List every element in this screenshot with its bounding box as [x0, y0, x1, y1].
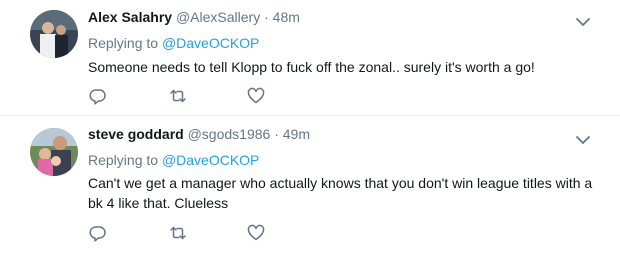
tweet-text: Can't we get a manager who actually know… — [88, 175, 593, 211]
replying-to: Replying to @DaveOCKOP — [88, 34, 259, 52]
tweet-header: Alex Salahry @AlexSallery · 48m — [88, 8, 300, 26]
mention-link[interactable]: @DaveOCKOP — [162, 152, 259, 168]
retweet-icon[interactable] — [168, 86, 188, 106]
display-name[interactable]: steve goddard — [88, 126, 184, 142]
avatar-photo — [30, 10, 78, 58]
timestamp[interactable]: 49m — [283, 126, 310, 142]
avatar[interactable] — [30, 128, 78, 176]
separator-dot: · — [264, 9, 269, 25]
user-handle[interactable]: @AlexSallery — [176, 9, 260, 25]
retweet-icon[interactable] — [168, 223, 188, 243]
mention-link[interactable]: @DaveOCKOP — [162, 35, 259, 51]
replying-to: Replying to @DaveOCKOP — [88, 151, 259, 169]
tweet-header: steve goddard @sgods1986 · 49m — [88, 125, 310, 143]
user-handle[interactable]: @sgods1986 — [188, 126, 271, 142]
chevron-down-icon[interactable] — [576, 132, 590, 144]
display-name[interactable]: Alex Salahry — [88, 9, 172, 25]
tweet-text: Someone needs to tell Klopp to fuck off … — [88, 59, 535, 75]
avatar-photo — [30, 128, 78, 176]
replying-label: Replying to — [88, 35, 159, 51]
replying-label: Replying to — [88, 152, 159, 168]
tweet[interactable]: steve goddard @sgods1986 · 49m Replying … — [0, 116, 620, 253]
heart-icon[interactable] — [246, 86, 266, 106]
avatar[interactable] — [30, 10, 78, 58]
separator-dot: · — [274, 126, 279, 142]
timestamp[interactable]: 48m — [273, 9, 300, 25]
tweet[interactable]: Alex Salahry @AlexSallery · 48m Replying… — [0, 0, 620, 115]
chevron-down-icon[interactable] — [576, 14, 590, 26]
reply-icon[interactable] — [88, 86, 108, 106]
heart-icon[interactable] — [246, 223, 266, 243]
reply-icon[interactable] — [88, 223, 108, 243]
